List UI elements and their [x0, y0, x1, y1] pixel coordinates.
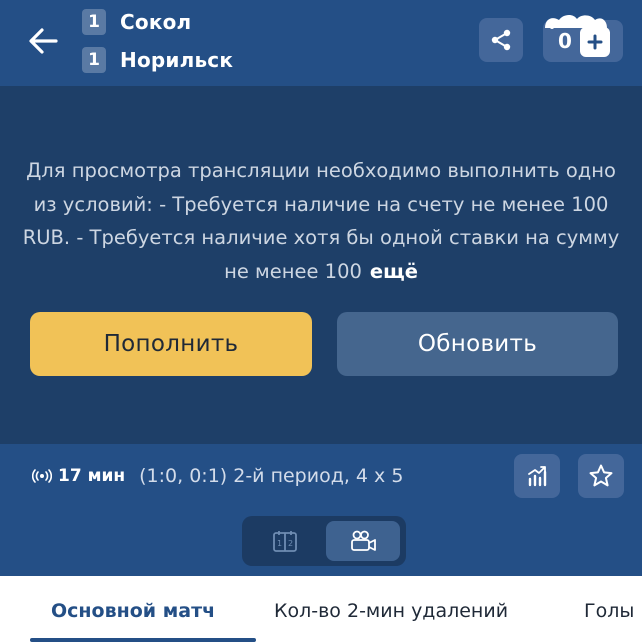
- show-more-link[interactable]: ещё: [370, 260, 418, 283]
- team-away-score: 1: [82, 47, 106, 73]
- stream-notice: Для просмотра трансляции необходимо выпо…: [20, 154, 622, 288]
- team-away-row: 1 Норильск: [82, 46, 233, 74]
- deposit-plus-button[interactable]: [580, 27, 610, 57]
- balance-value: 0: [558, 29, 572, 53]
- match-header: 1 Сокол 1 Норильск 0: [0, 0, 642, 86]
- stats-chart-icon: [528, 466, 547, 487]
- star-icon: [589, 464, 613, 487]
- video-camera-icon: [351, 530, 376, 551]
- match-time: 17 мин: [58, 466, 126, 486]
- favorite-button[interactable]: [578, 454, 624, 498]
- svg-text:1: 1: [277, 539, 282, 548]
- live-status: 17 мин (1:0, 0:1) 2-й период, 4 х 5: [32, 462, 403, 490]
- scoreboard-view-button[interactable]: 1 2: [248, 521, 322, 561]
- team-home-score: 1: [82, 9, 106, 35]
- video-view-button[interactable]: [326, 521, 400, 561]
- deposit-button[interactable]: Пополнить: [30, 312, 312, 376]
- share-button[interactable]: [479, 18, 523, 62]
- view-toggle: 1 2: [242, 516, 406, 566]
- scoreboard-icon: 1 2: [273, 531, 297, 552]
- stats-button[interactable]: [514, 454, 560, 498]
- team-home-row: 1 Сокол: [82, 8, 191, 36]
- tab-main-match[interactable]: Основной матч: [51, 600, 215, 622]
- share-icon: [491, 29, 511, 51]
- svg-text:2: 2: [288, 539, 293, 548]
- live-broadcast-icon: [32, 469, 52, 483]
- stream-notice-text: Для просмотра трансляции необходимо выпо…: [22, 159, 620, 283]
- team-away-name: Норильск: [120, 48, 234, 72]
- plus-icon: [587, 34, 603, 50]
- tab-goals[interactable]: Голы: [584, 600, 634, 622]
- balance-button[interactable]: 0: [543, 14, 623, 62]
- stream-panel: Для просмотра трансляции необходимо выпо…: [0, 86, 642, 444]
- arrow-left-icon: [29, 28, 58, 54]
- period-info: (1:0, 0:1) 2-й период, 4 х 5: [139, 465, 404, 487]
- match-status-bar: 17 мин (1:0, 0:1) 2-й период, 4 х 5 1 2: [0, 444, 642, 576]
- team-home-name: Сокол: [120, 10, 192, 34]
- refresh-button[interactable]: Обновить: [337, 312, 618, 376]
- back-button[interactable]: [24, 22, 62, 60]
- tab-penalties-count[interactable]: Кол-во 2-мин удалений: [274, 600, 508, 622]
- active-tab-indicator: [30, 638, 256, 642]
- market-tabs: Основной матч Кол-во 2-мин удалений Голы: [0, 576, 642, 644]
